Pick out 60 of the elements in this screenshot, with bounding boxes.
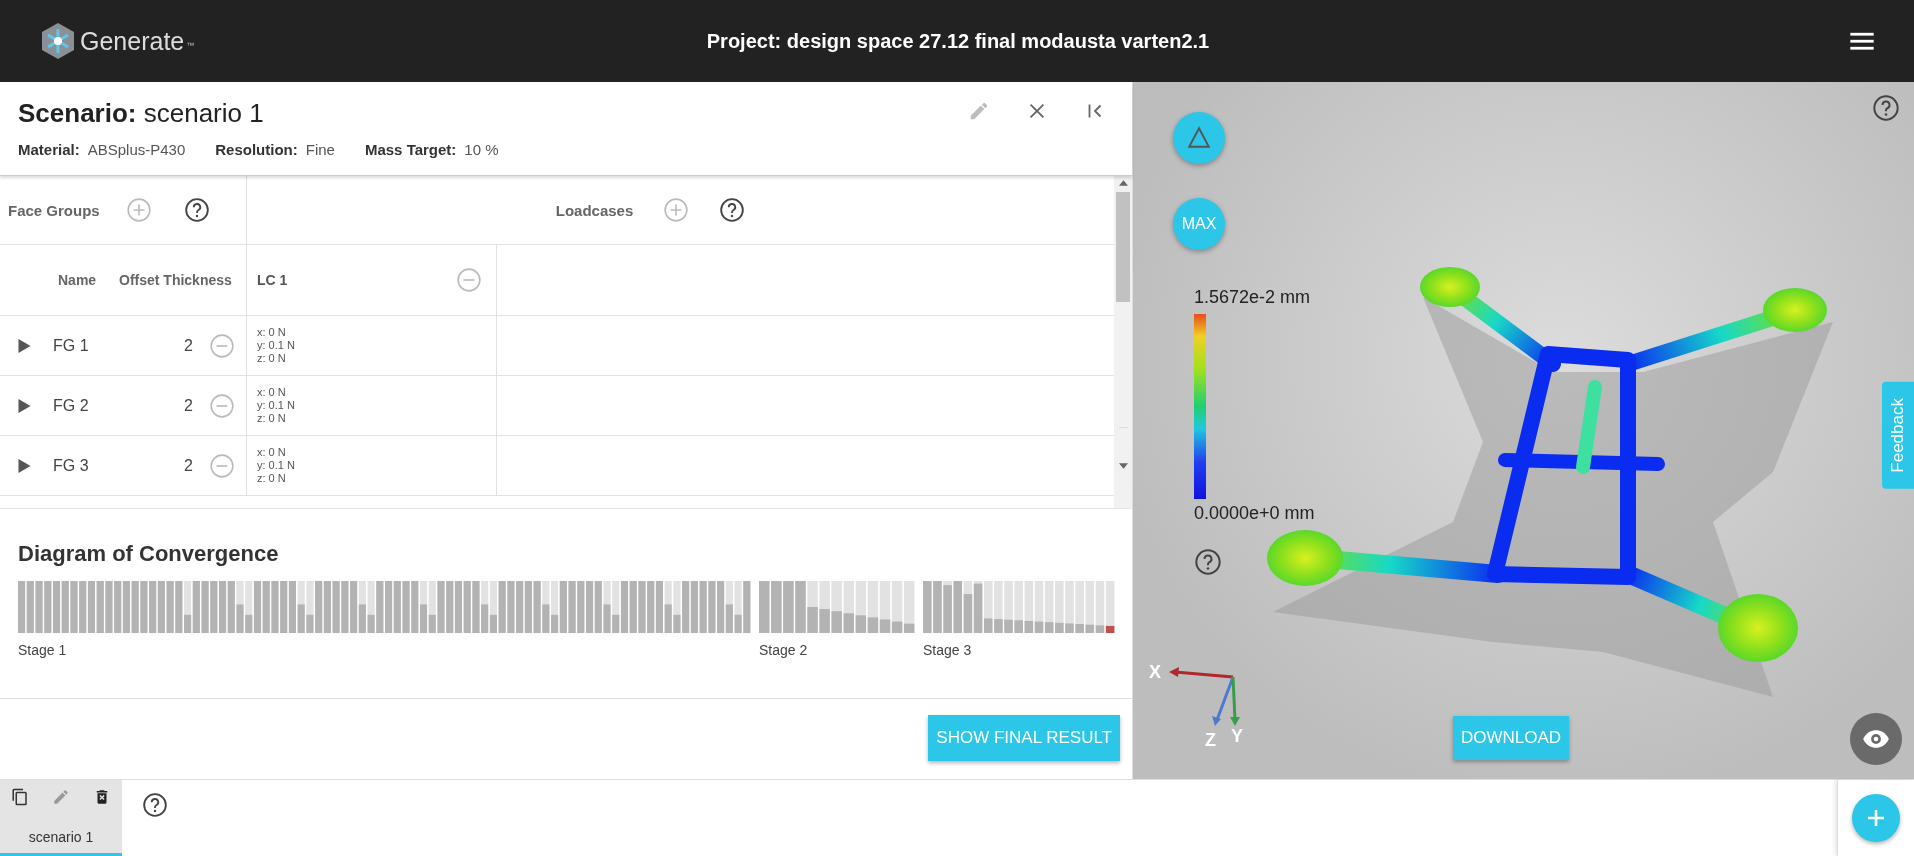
scroll-up-icon[interactable] [1118,180,1128,186]
help-icon[interactable] [142,792,168,818]
property-label: Material: [18,141,80,158]
help-icon[interactable] [1872,94,1900,122]
legend-max-label: 1.5672e-2 mm [1194,287,1311,308]
property-value: ABSplus-P430 [87,141,186,158]
triangle-icon [1186,125,1212,151]
property-label: Resolution: [215,141,298,158]
help-icon[interactable] [184,197,210,223]
load-value: y: 0.1 N [257,459,295,472]
visibility-button[interactable] [1850,713,1902,765]
load-value: x: 0 N [257,446,286,459]
axis-label: Y [1231,726,1243,746]
legend-min-label: 0.0000e+0 mm [1194,503,1315,524]
load-value: x: 0 N [257,386,286,399]
diagram-title: Diagram of Convergence [18,541,280,567]
load-value: z: 0 N [257,472,286,485]
property-label: Mass Target: [364,141,457,158]
download-button[interactable]: DOWNLOAD [1453,716,1570,760]
3d-viewer[interactable]: MAX 1.5672e-2 mm 0.0000e+0 mm X Z Y DOWNLOAD Feedback [1133,82,1914,779]
face-group-name: FG 1 [53,336,90,355]
axis-label: X [1149,662,1161,682]
help-icon[interactable] [719,197,746,223]
scrollbar[interactable] [1114,176,1132,508]
scenario-tab[interactable]: scenario 1 [0,780,122,856]
logo-text: Generate [80,26,185,56]
expand-arrow-icon[interactable] [18,338,31,353]
offset-value: 2 [183,336,193,355]
show-final-result-button[interactable]: SHOW FINAL RESULT [928,715,1120,761]
axis-arrows-drawing [1169,667,1240,726]
help-icon[interactable] [1194,548,1222,576]
column-header: Name [58,272,98,288]
feedback-tab[interactable]: Feedback [1882,382,1914,489]
load-value: x: 0 N [257,326,286,339]
mesh-toggle-button[interactable] [1173,112,1225,164]
face-group-name: FG 3 [53,456,90,475]
load-value: y: 0.1 N [257,339,295,352]
column-header: Offset Thickness [119,272,232,288]
face-groups-title: Face Groups [8,201,101,219]
project-title: Project: design space 27.12 final modausta varten2.1 [705,29,1211,53]
load-value: z: 0 N [257,352,286,365]
offset-value: 2 [183,396,193,415]
scenario-title: Scenario: scenario 1 [18,98,265,129]
trademark-mark: ™ [186,41,195,50]
expand-arrow-icon[interactable] [18,458,31,473]
load-value: z: 0 N [257,412,286,425]
property-value: Fine [305,141,335,158]
property-value: 10 % [464,141,499,158]
max-button[interactable]: MAX [1173,198,1225,250]
stage-label: Stage 3 [923,642,973,658]
expand-arrow-icon[interactable] [18,398,31,413]
stage-label: Stage 1 [18,642,68,658]
load-value: y: 0.1 N [257,399,295,412]
axis-label: Z [1205,730,1216,750]
face-group-name: FG 2 [53,396,90,415]
copy-icon[interactable] [11,788,29,806]
loadcases-title: Loadcases [555,201,634,219]
stage-label: Stage 2 [759,642,809,658]
offset-value: 2 [183,456,193,475]
loadcase-header: LC 1 [257,272,289,288]
